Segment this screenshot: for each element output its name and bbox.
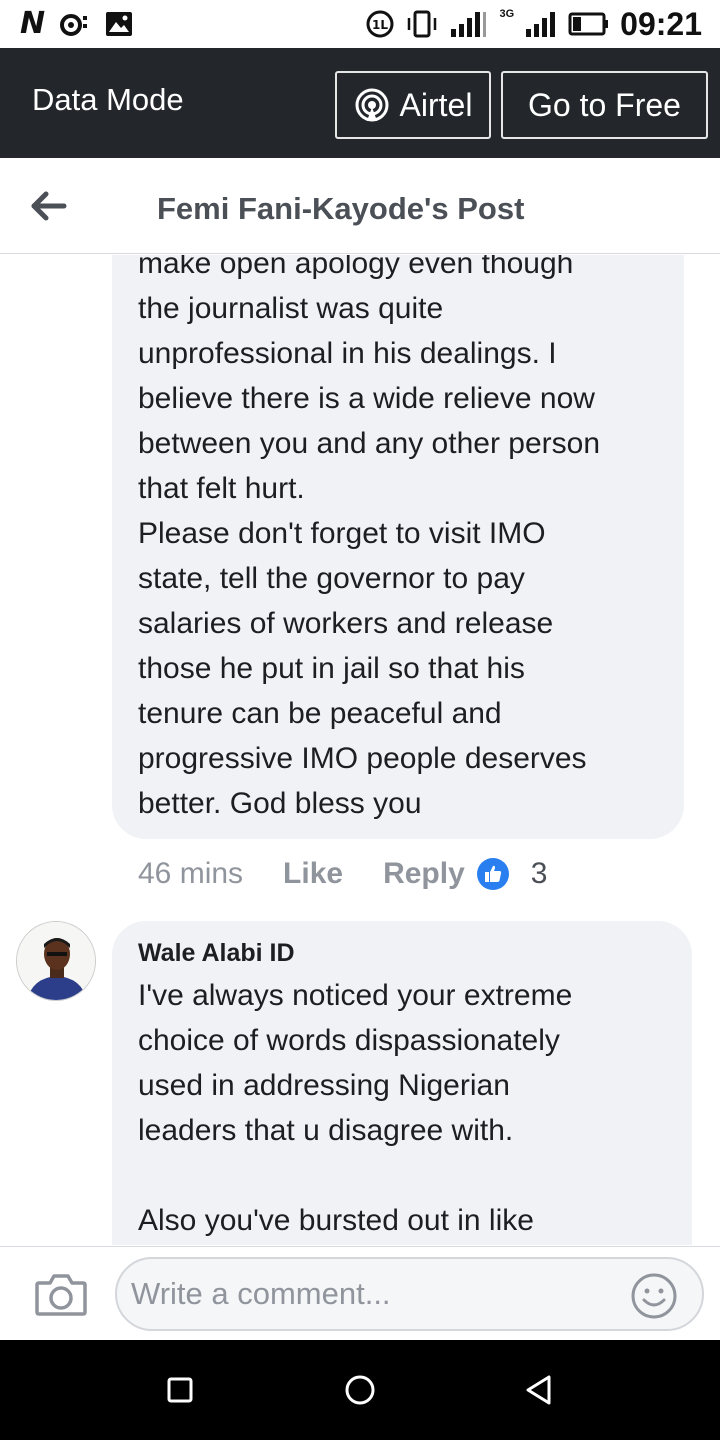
comment-actions: 46 mins Like Reply 3 — [138, 857, 547, 891]
comment-time: 46 mins — [138, 857, 244, 890]
reply-button[interactable]: Reply — [383, 857, 465, 891]
comment-input[interactable] — [115, 1257, 704, 1331]
page-title: Femi Fani-Kayode's Post — [157, 191, 525, 226]
broadcast-icon — [355, 88, 389, 122]
data-saver-icon: 1L — [366, 10, 394, 38]
carrier-n-icon: N — [20, 6, 46, 41]
status-time: 09:21 — [620, 6, 702, 42]
system-nav-bar — [0, 1340, 720, 1440]
signal-1-icon — [451, 12, 487, 37]
camera-icon[interactable] — [34, 1271, 88, 1317]
reaction-count[interactable]: 3 — [531, 857, 548, 891]
signal-2-icon — [526, 12, 556, 37]
svg-text:1L: 1L — [372, 18, 388, 32]
go-to-free-label: Go to Free — [528, 86, 681, 123]
status-right-icons: 1L 3G 09:21 — [365, 6, 702, 42]
data-mode-bar: Data Mode Airtel Go to Free — [0, 48, 720, 158]
comments-list[interactable]: make open apology even though the journa… — [0, 255, 720, 1245]
airtel-button[interactable]: Airtel — [335, 71, 491, 139]
comment-text: I've always noticed your extreme choice … — [138, 979, 573, 1237]
network-type-label: 3G — [499, 8, 515, 20]
camera-status-icon — [60, 14, 88, 36]
arrow-left-icon[interactable] — [26, 186, 70, 226]
data-mode-title: Data Mode — [32, 82, 184, 117]
airtel-label: Airtel — [399, 86, 473, 123]
thumbs-up-icon[interactable] — [476, 858, 509, 890]
avatar[interactable] — [16, 921, 96, 1001]
back-triangle-icon[interactable] — [520, 1370, 560, 1410]
status-bar: N 1L 3G 09:21 — [0, 0, 720, 48]
recent-apps-icon[interactable] — [160, 1370, 200, 1410]
comment-author[interactable]: Wale Alabi ID — [138, 939, 295, 968]
vibrate-icon — [408, 10, 437, 38]
image-status-icon — [106, 12, 133, 36]
post-header: Femi Fani-Kayode's Post — [0, 158, 720, 254]
battery-icon — [568, 12, 609, 36]
status-left-icons: N — [20, 8, 133, 40]
like-button[interactable]: Like — [283, 857, 343, 891]
home-icon[interactable] — [340, 1370, 380, 1410]
go-to-free-button[interactable]: Go to Free — [501, 71, 708, 139]
comment-composer — [0, 1246, 720, 1340]
comment-text: make open apology even though the journa… — [138, 255, 600, 820]
emoji-icon[interactable] — [630, 1272, 678, 1320]
